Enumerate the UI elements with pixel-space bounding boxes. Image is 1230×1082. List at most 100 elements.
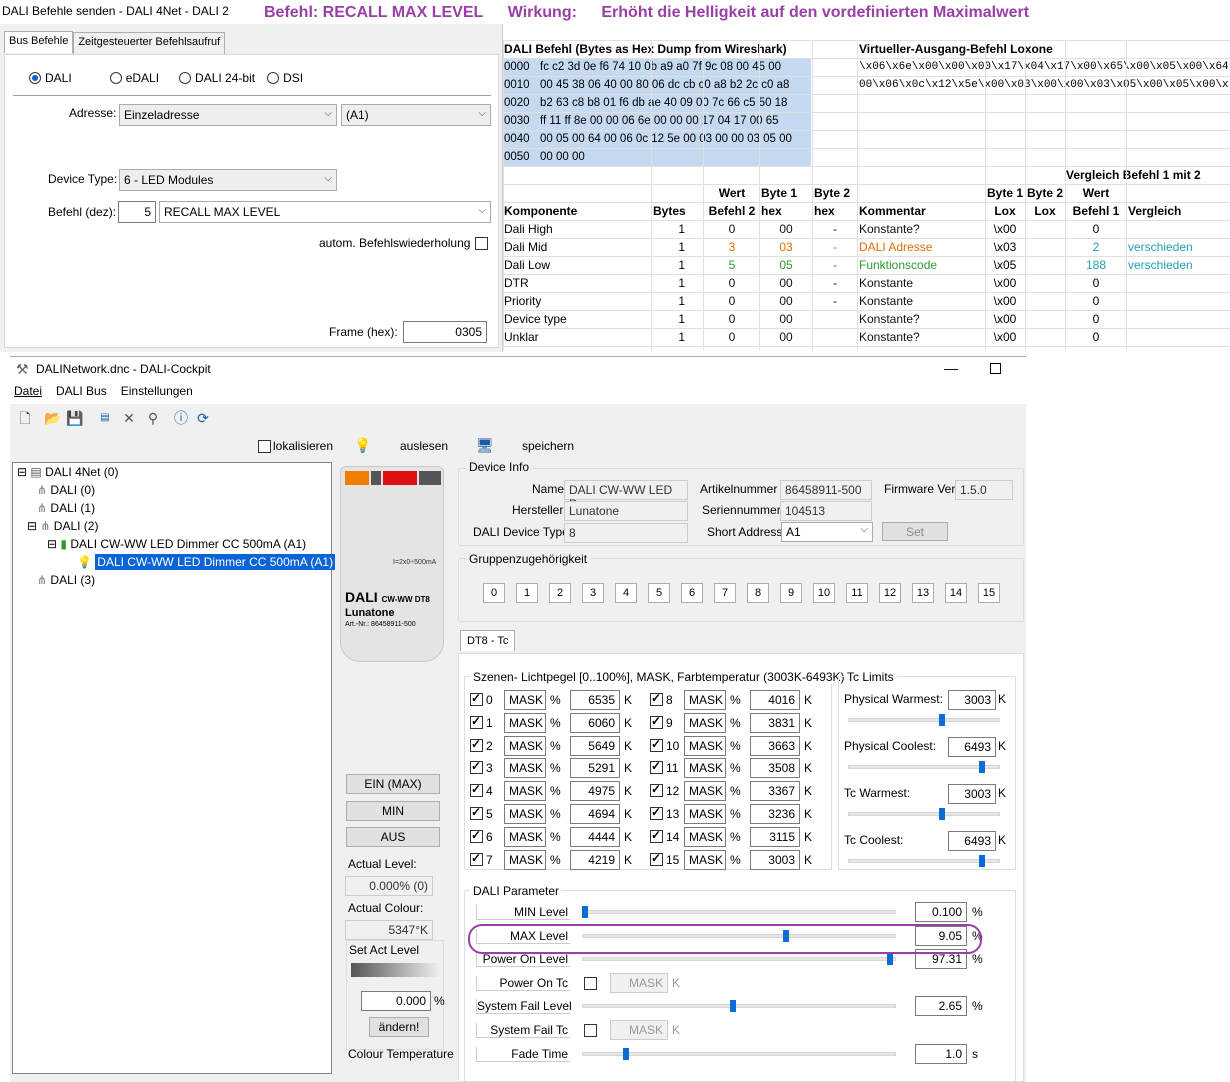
scene-kelvin-field[interactable]: 3508 [750, 758, 800, 779]
tc-limit-field[interactable]: 3003 [948, 690, 996, 710]
aus-button[interactable]: AUS [346, 827, 440, 847]
scene-mask-field[interactable]: MASK [684, 690, 726, 710]
search-icon[interactable]: ⚲ [144, 409, 162, 427]
param-slider-track[interactable] [582, 957, 896, 962]
tree-item-dali2[interactable]: ⊟ ⋔ DALI (2) [27, 519, 98, 533]
tc-limit-field[interactable]: 3003 [948, 784, 996, 804]
scene-kelvin-field[interactable]: 4975 [570, 781, 620, 802]
param-slider-track[interactable] [582, 910, 896, 914]
param-value-field[interactable]: 2.65 [915, 996, 967, 1017]
scene-checkbox[interactable] [470, 851, 483, 866]
radio-edali[interactable]: eDALI [109, 71, 159, 85]
refresh-icon[interactable]: ⟳ [194, 409, 212, 427]
new-file-icon[interactable]: 🗋 [16, 409, 34, 427]
scene-checkbox[interactable] [650, 737, 663, 752]
tc-limit-slider-track[interactable] [848, 812, 1000, 816]
scene-checkbox[interactable] [650, 805, 663, 820]
tc-limit-slider-thumb[interactable] [939, 714, 946, 726]
group-button-9[interactable]: 9 [780, 583, 802, 603]
scene-mask-field[interactable]: MASK [684, 781, 726, 802]
scene-kelvin-field[interactable]: 3831 [750, 712, 800, 733]
scene-kelvin-field[interactable]: 5291 [570, 758, 620, 779]
repeat-checkbox[interactable] [475, 237, 488, 250]
scene-kelvin-field[interactable]: 4016 [750, 690, 800, 710]
group-button-3[interactable]: 3 [582, 583, 604, 603]
param-slider-thumb[interactable] [886, 953, 893, 966]
group-button-6[interactable]: 6 [681, 583, 703, 603]
param-value-field[interactable]: 0.100 [915, 902, 967, 922]
tc-limit-field[interactable]: 6493 [948, 737, 996, 757]
ein-max-button[interactable]: EIN (MAX) [346, 774, 440, 794]
frame-hex-field[interactable]: 0305 [403, 321, 487, 343]
scene-kelvin-field[interactable]: 4219 [570, 849, 620, 870]
scene-kelvin-field[interactable]: 4444 [570, 826, 620, 847]
scene-kelvin-field[interactable]: 3367 [750, 781, 800, 802]
radio-dsi[interactable]: DSI [267, 71, 303, 85]
speichern-button[interactable]: speichern [522, 439, 574, 453]
scene-checkbox[interactable] [650, 759, 663, 775]
group-button-13[interactable]: 13 [912, 583, 934, 603]
scene-mask-field[interactable]: MASK [504, 826, 546, 847]
param-slider-thumb[interactable] [729, 1000, 736, 1013]
tree-item-dali0[interactable]: ⋔ DALI (0) [37, 483, 95, 497]
tc-limit-slider-track[interactable] [848, 765, 1000, 769]
param-slider-thumb[interactable] [622, 1047, 629, 1060]
scene-mask-field[interactable]: MASK [504, 849, 546, 870]
scene-checkbox[interactable] [650, 714, 663, 729]
set-button[interactable]: Set [882, 522, 948, 541]
scene-mask-field[interactable]: MASK [504, 804, 546, 824]
set-act-input[interactable]: 0.000 [361, 991, 431, 1011]
group-button-4[interactable]: 4 [615, 583, 637, 603]
tools-icon[interactable]: ✕ [120, 409, 138, 427]
scene-kelvin-field[interactable]: 3236 [750, 804, 800, 824]
tc-limit-field[interactable]: 6493 [948, 831, 996, 851]
scene-checkbox[interactable] [470, 759, 483, 775]
scene-checkbox[interactable] [470, 737, 483, 752]
menu-datei[interactable]: Datei [14, 384, 42, 398]
save-icon[interactable]: 💾 [66, 409, 84, 427]
device-type-select[interactable]: 6 - LED Modules ⌵ [119, 169, 337, 191]
scene-mask-field[interactable]: MASK [504, 690, 546, 710]
radio-dali24[interactable]: DALI 24-bit [179, 71, 255, 85]
group-button-0[interactable]: 0 [483, 583, 505, 603]
tree-item-dali1[interactable]: ⋔ DALI (1) [37, 501, 95, 515]
befehl-select[interactable]: RECALL MAX LEVEL ⌵ [159, 201, 491, 223]
scene-kelvin-field[interactable]: 5649 [570, 735, 620, 756]
scene-checkbox[interactable] [650, 851, 663, 866]
scene-mask-field[interactable]: MASK [684, 849, 726, 870]
tc-limit-slider-thumb[interactable] [978, 761, 985, 773]
maximize-icon[interactable] [990, 363, 1001, 374]
level-gradient-slider[interactable] [351, 963, 439, 977]
menu-dali-bus[interactable]: DALI Bus [56, 384, 107, 398]
scene-checkbox[interactable] [650, 828, 663, 843]
short-address-select[interactable]: A1 ⌵ [781, 522, 873, 542]
group-button-14[interactable]: 14 [945, 583, 967, 603]
scene-mask-field[interactable]: MASK [504, 781, 546, 802]
scene-checkbox[interactable] [650, 691, 663, 706]
auslesen-button[interactable]: auslesen [400, 439, 448, 453]
radio-dali[interactable]: DALI [29, 71, 72, 85]
group-button-15[interactable]: 15 [978, 583, 1000, 603]
group-button-5[interactable]: 5 [648, 583, 670, 603]
adresse-sub-select[interactable]: (A1) ⌵ [341, 104, 491, 126]
tab-dt8-tc[interactable]: DT8 - Tc [460, 630, 516, 651]
tc-limit-slider-track[interactable] [848, 859, 1000, 863]
tc-limit-slider-track[interactable] [848, 718, 1000, 722]
scene-kelvin-field[interactable]: 3115 [750, 826, 800, 847]
group-button-10[interactable]: 10 [813, 583, 835, 603]
scene-kelvin-field[interactable]: 4694 [570, 804, 620, 824]
scene-checkbox[interactable] [470, 691, 483, 706]
scene-mask-field[interactable]: MASK [684, 712, 726, 733]
scene-mask-field[interactable]: MASK [684, 758, 726, 779]
scene-kelvin-field[interactable]: 6535 [570, 690, 620, 710]
lokalisieren-checkbox[interactable] [258, 440, 271, 453]
param-checkbox[interactable] [584, 1024, 597, 1037]
scene-kelvin-field[interactable]: 6060 [570, 712, 620, 733]
scene-checkbox[interactable] [470, 714, 483, 729]
scene-mask-field[interactable]: MASK [504, 758, 546, 779]
tc-limit-slider-thumb[interactable] [939, 808, 946, 820]
group-button-1[interactable]: 1 [516, 583, 538, 603]
group-button-11[interactable]: 11 [846, 583, 868, 603]
befehl-number-input[interactable]: 5 [118, 201, 156, 223]
tab-bus-befehle[interactable]: Bus Befehle [4, 31, 74, 53]
